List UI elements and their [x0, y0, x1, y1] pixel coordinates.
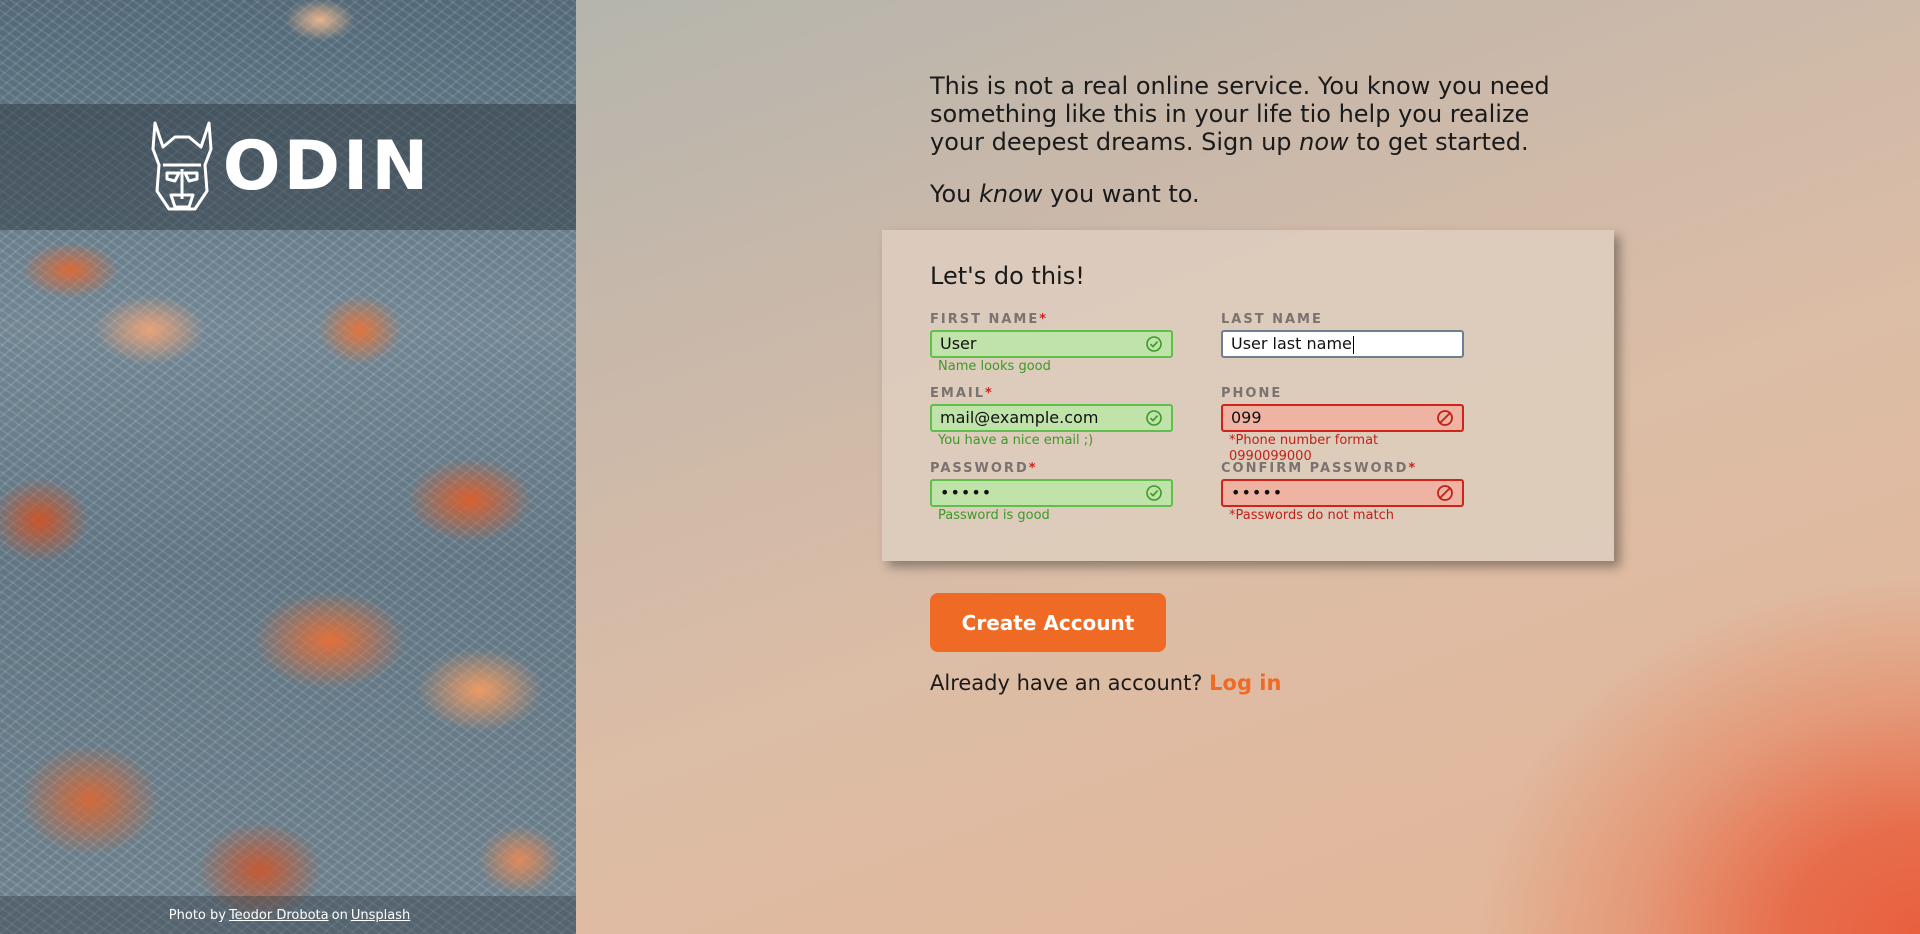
email-input[interactable]: mail@example.com — [930, 404, 1173, 432]
first-name-group: FIRST NAME* User Name looks good — [930, 312, 1173, 375]
first-name-value: User — [940, 334, 977, 353]
photo-credit-middle: on — [331, 907, 348, 923]
create-account-button[interactable]: Create Account — [930, 593, 1166, 652]
login-prompt-text: Already have an account? — [930, 671, 1203, 695]
password-group: PASSWORD* ••••• Password is good — [930, 461, 1173, 524]
main-content: This is not a real online service. You k… — [576, 0, 1920, 934]
logo-text: ODIN — [222, 127, 432, 206]
last-name-input[interactable]: User last name — [1221, 330, 1464, 358]
phone-label: PHONE — [1221, 386, 1283, 401]
check-circle-icon — [1146, 410, 1162, 426]
intro-text: This is not a real online service. You k… — [930, 72, 1550, 208]
first-name-input[interactable]: User — [930, 330, 1173, 358]
confirm-password-input[interactable]: ••••• — [1221, 479, 1464, 507]
last-name-group: LAST NAME User last name — [1221, 312, 1464, 358]
unsplash-link[interactable]: Unsplash — [351, 908, 410, 923]
error-circle-icon — [1437, 410, 1453, 426]
phone-group: PHONE 099 *Phone number format 099009900… — [1221, 386, 1464, 464]
intro-tagline: You know you want to. — [930, 180, 1550, 208]
email-message: You have a nice email ;) — [938, 433, 1094, 448]
email-label: EMAIL* — [930, 386, 994, 401]
error-circle-icon — [1437, 485, 1453, 501]
password-value: ••••• — [940, 483, 993, 502]
check-circle-icon — [1146, 336, 1162, 352]
intro-emphasis-know: know — [979, 180, 1043, 208]
phone-message: *Phone number format 0990099000 — [1229, 433, 1379, 464]
logo: ODIN — [145, 119, 431, 215]
logo-band: ODIN — [0, 104, 576, 230]
confirm-password-value: ••••• — [1231, 483, 1284, 502]
login-link[interactable]: Log in — [1209, 671, 1281, 695]
form-title: Let's do this! — [930, 262, 1085, 290]
intro-paragraph: This is not a real online service. You k… — [930, 72, 1550, 156]
hero-photo-panel: ODIN Photo by Teodor Drobota on Unsplash — [0, 0, 576, 934]
last-name-value: User last name — [1231, 334, 1354, 354]
intro-emphasis-now: now — [1299, 128, 1349, 156]
viking-helmet-icon — [151, 121, 213, 211]
confirm-password-label: CONFIRM PASSWORD* — [1221, 461, 1418, 476]
text-caret — [1352, 335, 1354, 354]
intro-text-2a: You — [930, 180, 979, 208]
confirm-password-group: CONFIRM PASSWORD* ••••• *Passwords do no… — [1221, 461, 1464, 524]
phone-value: 099 — [1231, 408, 1262, 427]
intro-text-1b: to get started. — [1348, 128, 1529, 156]
check-circle-icon — [1146, 485, 1162, 501]
photo-credit: Photo by Teodor Drobota on Unsplash — [0, 896, 576, 934]
signup-form: Let's do this! FIRST NAME* User Name loo… — [882, 230, 1614, 561]
photo-author-link[interactable]: Teodor Drobota — [229, 908, 329, 923]
first-name-label: FIRST NAME* — [930, 312, 1049, 327]
photo-credit-prefix: Photo by — [168, 907, 226, 923]
login-prompt: Already have an account? Log in — [930, 671, 1281, 695]
phone-input[interactable]: 099 — [1221, 404, 1464, 432]
intro-text-2b: you want to. — [1042, 180, 1200, 208]
confirm-password-message: *Passwords do not match — [1229, 508, 1395, 523]
email-value: mail@example.com — [940, 408, 1099, 427]
last-name-label: LAST NAME — [1221, 312, 1323, 327]
first-name-message: Name looks good — [938, 359, 1051, 374]
password-label: PASSWORD* — [930, 461, 1038, 476]
password-input[interactable]: ••••• — [930, 479, 1173, 507]
password-message: Password is good — [938, 508, 1050, 523]
email-group: EMAIL* mail@example.com You have a nice … — [930, 386, 1173, 449]
